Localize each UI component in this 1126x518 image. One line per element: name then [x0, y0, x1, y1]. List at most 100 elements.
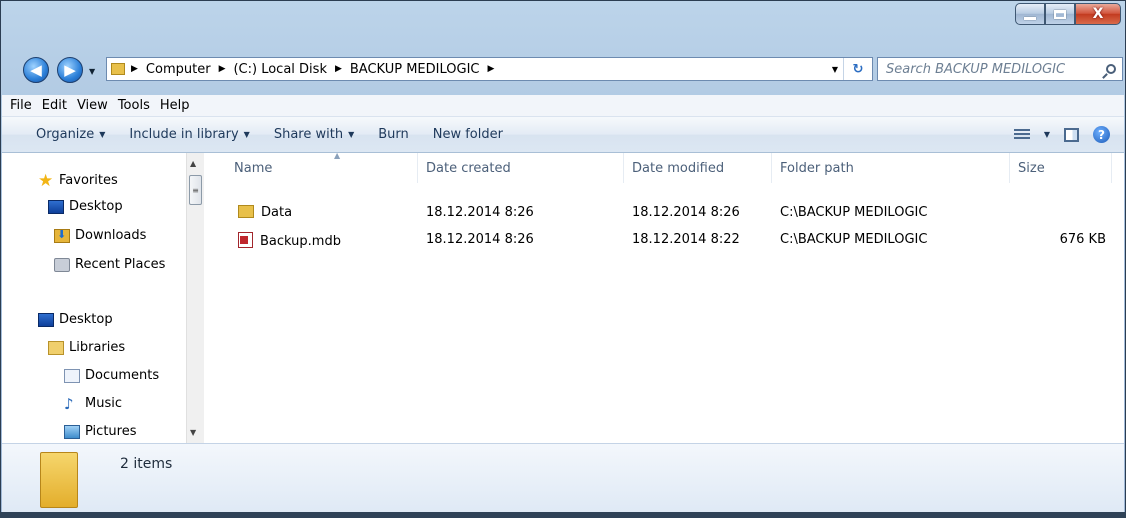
nav-label: Pictures	[85, 424, 137, 439]
organize-label: Organize	[36, 127, 95, 142]
breadcrumb-local-disk[interactable]: (C:) Local Disk	[233, 62, 326, 77]
folder-icon	[238, 205, 254, 218]
nav-desktop[interactable]: Desktop	[38, 312, 113, 327]
chevron-right-icon[interactable]: ▶	[131, 64, 138, 74]
breadcrumb-label: (C:) Local Disk	[233, 61, 327, 77]
nav-label: Downloads	[75, 228, 147, 243]
change-view-icon[interactable]	[1013, 128, 1030, 141]
search-icon[interactable]	[1106, 64, 1116, 74]
forward-arrow-icon: ▶	[64, 61, 76, 79]
scroll-thumb[interactable]: ≡	[189, 175, 202, 205]
file-row[interactable]: Data 18.12.2014 8:26 18.12.2014 8:26 C:\…	[206, 202, 1124, 224]
chevron-down-icon: ▼	[243, 130, 250, 139]
column-date-created[interactable]: Date created	[420, 153, 624, 183]
close-icon: X	[1092, 6, 1104, 22]
recent-pages-dropdown[interactable]: ▼	[89, 67, 95, 76]
folder-icon	[111, 63, 125, 75]
forward-button[interactable]: ▶	[57, 57, 83, 83]
close-button[interactable]: X	[1075, 3, 1121, 25]
size-cell: 676 KB	[1059, 232, 1106, 247]
view-dropdown-icon[interactable]: ▼	[1044, 130, 1050, 139]
preview-pane-icon[interactable]	[1064, 127, 1079, 142]
column-label: Date created	[426, 160, 511, 176]
nav-label: Desktop	[69, 199, 123, 214]
desktop-icon	[48, 199, 64, 214]
nav-documents[interactable]: Documents	[64, 368, 159, 383]
refresh-icon[interactable]: ↻	[843, 58, 872, 80]
column-folder-path[interactable]: Folder path	[774, 153, 1010, 183]
menu-file[interactable]: File	[2, 98, 37, 113]
new-folder-button[interactable]: New folder	[421, 127, 515, 142]
menu-help[interactable]: Help	[155, 98, 195, 113]
burn-button[interactable]: Burn	[366, 127, 421, 142]
search-input[interactable]: Search BACKUP MEDILOGIC	[877, 57, 1123, 81]
chevron-down-icon: ▼	[348, 130, 355, 139]
address-dropdown-icon[interactable]: ▼	[827, 65, 843, 74]
file-name-cell: Data	[238, 205, 292, 220]
chevron-down-icon: ▼	[99, 130, 106, 139]
downloads-icon	[54, 228, 70, 243]
column-label: Size	[1018, 160, 1045, 176]
taskbar-edge	[0, 512, 1126, 518]
documents-icon	[64, 368, 80, 383]
column-label: Name	[234, 160, 273, 176]
nav-pictures[interactable]: Pictures	[64, 424, 136, 439]
column-size[interactable]: Size	[1012, 153, 1112, 183]
search-placeholder: Search BACKUP MEDILOGIC	[886, 61, 1066, 77]
explorer-window: X ◀ ▶ ▼ ▶ Computer ▶ (C:) Local Disk ▶ B…	[0, 0, 1126, 518]
help-glyph: ?	[1098, 127, 1105, 142]
nav-favorites[interactable]: ★ Favorites	[38, 170, 118, 191]
organize-button[interactable]: Organize ▼	[2, 127, 117, 142]
nav-downloads[interactable]: Downloads	[54, 228, 146, 243]
menu-edit[interactable]: Edit	[37, 98, 72, 113]
include-in-library-button[interactable]: Include in library ▼	[117, 127, 261, 142]
item-count: 2 items	[120, 456, 173, 472]
libraries-icon	[48, 340, 64, 355]
new-folder-label: New folder	[432, 127, 503, 142]
date-modified-cell: 18.12.2014 8:26	[632, 205, 740, 220]
nav-libraries[interactable]: Libraries	[48, 340, 125, 355]
nav-music[interactable]: ♪ Music	[64, 396, 122, 411]
nav-recent-places[interactable]: Recent Places	[54, 257, 165, 272]
nav-label: Recent Places	[75, 257, 166, 272]
share-with-button[interactable]: Share with ▼	[262, 127, 366, 142]
file-name: Data	[261, 205, 293, 220]
scroll-down-icon[interactable]: ▼	[190, 428, 196, 437]
scroll-up-icon[interactable]: ▲	[190, 159, 196, 168]
chevron-right-icon[interactable]: ▶	[219, 64, 226, 74]
chevron-right-icon[interactable]: ▶	[487, 64, 494, 74]
column-date-modified[interactable]: Date modified	[626, 153, 772, 183]
share-label: Share with	[273, 127, 344, 142]
access-database-icon	[238, 232, 253, 248]
folder-path-cell: C:\BACKUP MEDILOGIC	[780, 205, 928, 220]
breadcrumb-backup-medilogic[interactable]: BACKUP MEDILOGIC	[350, 62, 480, 77]
star-icon: ★	[38, 170, 54, 191]
music-icon: ♪	[64, 394, 74, 413]
command-bar: Organize ▼ Include in library ▼ Share with…	[2, 117, 1124, 153]
chevron-right-icon[interactable]: ▶	[335, 64, 342, 74]
folder-icon	[40, 452, 78, 508]
column-name[interactable]: Name ▲	[228, 151, 418, 183]
minimize-icon	[1024, 16, 1036, 20]
file-row[interactable]: Backup.mdb 18.12.2014 8:26 18.12.2014 8:…	[206, 229, 1124, 251]
date-modified-cell: 18.12.2014 8:22	[632, 232, 740, 247]
breadcrumb-computer[interactable]: Computer	[146, 62, 211, 77]
nav-scrollbar[interactable]: ▲ ≡ ▼	[186, 153, 204, 443]
nav-label: Documents	[85, 368, 160, 383]
help-icon[interactable]: ?	[1093, 126, 1110, 143]
burn-label: Burn	[378, 127, 409, 142]
caption-buttons: X	[1015, 3, 1121, 25]
menu-tools[interactable]: Tools	[113, 98, 155, 113]
include-label: Include in library	[129, 127, 239, 142]
file-list: Name ▲ Date created Date modified Folder…	[206, 151, 1124, 443]
folder-path-cell: C:\BACKUP MEDILOGIC	[780, 232, 928, 247]
minimize-button[interactable]	[1015, 3, 1045, 25]
back-button[interactable]: ◀	[23, 57, 49, 83]
menu-view[interactable]: View	[72, 98, 113, 113]
file-name: Backup.mdb	[260, 234, 341, 249]
column-label: Date modified	[632, 160, 725, 176]
maximize-button[interactable]	[1045, 3, 1075, 25]
address-bar[interactable]: ▶ Computer ▶ (C:) Local Disk ▶ BACKUP ME…	[106, 57, 873, 81]
nav-fav-desktop[interactable]: Desktop	[48, 199, 123, 214]
column-label: Folder path	[780, 160, 854, 176]
